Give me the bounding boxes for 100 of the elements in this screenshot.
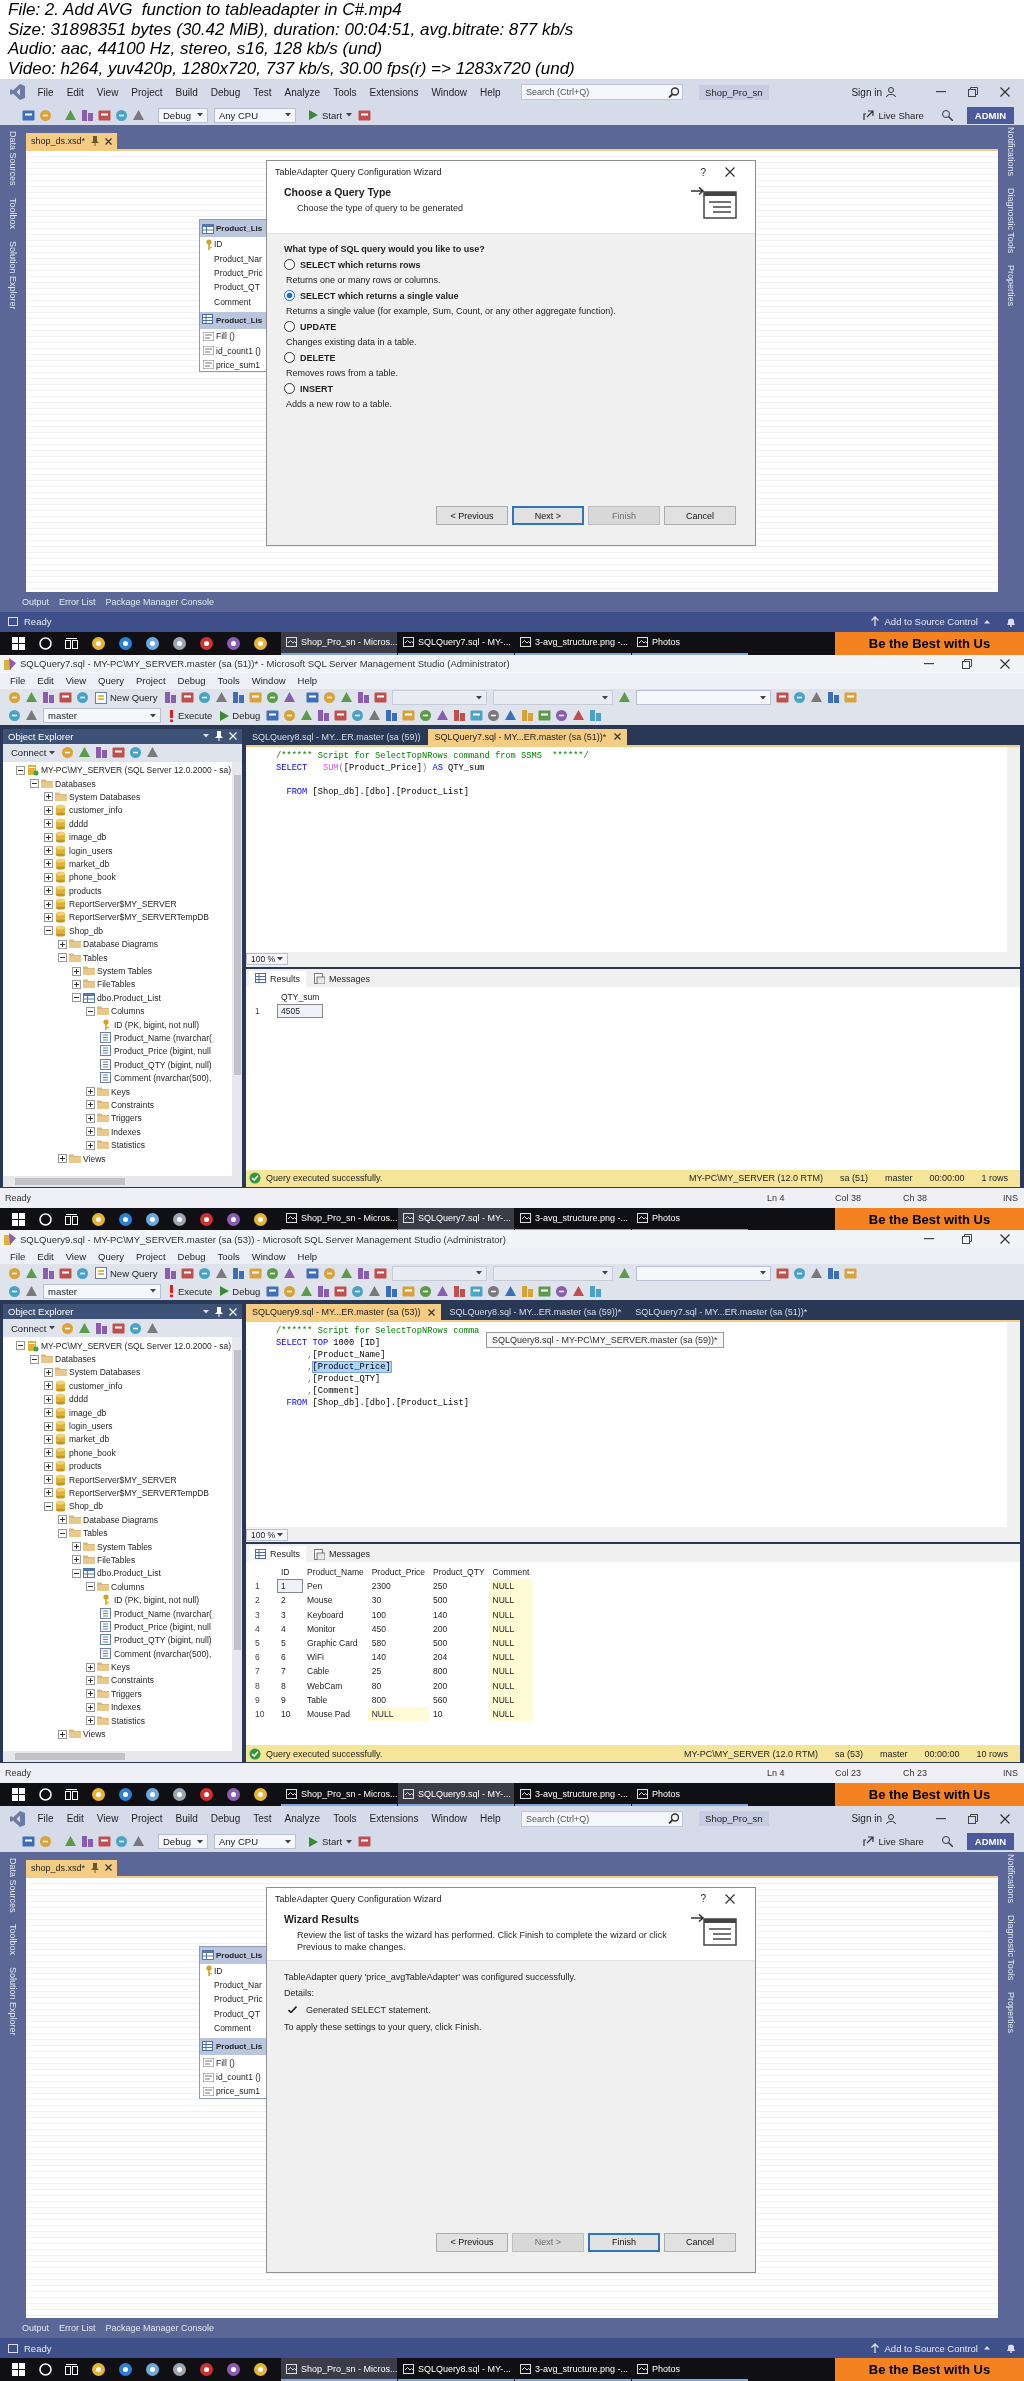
live-share-button[interactable]: Live Share — [863, 109, 924, 121]
tree-item[interactable]: Product_Price (bigint, null — [114, 1046, 211, 1057]
taskbar-item[interactable]: Photos — [632, 2358, 748, 2381]
tree-item[interactable]: System Databases — [69, 1367, 141, 1378]
connect-button[interactable]: Connect — [7, 747, 60, 758]
side-tab[interactable]: Notifications — [1006, 1853, 1016, 1903]
taskbar-item[interactable]: 3-avg_structure.png -... — [515, 2358, 631, 2381]
menu-item[interactable]: Test — [246, 86, 279, 98]
taskbar-item[interactable]: SQLQuery7.sql - MY-... — [398, 1207, 514, 1230]
tree-item[interactable]: Views — [83, 1153, 106, 1164]
tree-item[interactable]: FileTables — [97, 1554, 136, 1565]
tree-item[interactable]: Shop_db — [69, 925, 104, 936]
start-button[interactable]: Start — [305, 1836, 357, 1847]
menu-item[interactable]: Debug — [204, 1813, 247, 1824]
column-header[interactable]: Comment — [488, 1565, 534, 1580]
menu-item[interactable]: File — [31, 1813, 61, 1824]
menu-item[interactable]: Help — [473, 86, 508, 98]
taskbar-item[interactable]: SQLQuery8.sql - MY-... — [398, 2358, 514, 2381]
menu-item[interactable]: Help — [291, 675, 324, 686]
tree-item[interactable]: Database Diagrams — [83, 1514, 159, 1525]
help-button[interactable]: ? — [697, 1893, 709, 1904]
debug-button[interactable]: Debug — [216, 710, 265, 721]
tree-item[interactable]: ReportServer$MY_SERVERTempDB — [69, 912, 209, 923]
column-header[interactable]: Product_Name — [303, 1565, 368, 1580]
menu-item[interactable]: Tools — [326, 86, 363, 98]
menu-item[interactable]: Edit — [31, 675, 60, 686]
document-tab[interactable]: shop_ds.xsd* — [26, 1859, 118, 1876]
menu-item[interactable]: Project — [130, 675, 172, 686]
document-tab[interactable]: SQLQuery8.sql - MY...ER.master (sa (59)) — [246, 728, 427, 745]
taskbar-item[interactable]: Shop_Pro_sn - Micros... — [281, 631, 397, 655]
radio-option[interactable]: INSERT — [284, 381, 755, 397]
menu-item[interactable]: Window — [245, 675, 292, 686]
document-tab[interactable]: SQLQuery7.sql - MY...ER.master (sa (51))* — [428, 728, 628, 745]
tree-item[interactable]: ID (PK, bigint, not null) — [114, 1595, 200, 1606]
tree-item[interactable]: Keys — [111, 1662, 130, 1673]
radio-option[interactable]: UPDATE — [284, 319, 755, 335]
tree-item[interactable]: products — [69, 885, 102, 896]
tree-item[interactable]: Tables — [83, 952, 108, 963]
menu-item[interactable]: Window — [424, 86, 474, 98]
tool-window-tab[interactable]: Output — [22, 2323, 50, 2333]
results-tab[interactable]: Results — [249, 970, 306, 987]
menu-item[interactable]: Debug — [171, 675, 212, 686]
tree-item[interactable]: ReportServer$MY_SERVER — [69, 1474, 177, 1485]
sign-in-link[interactable]: Sign in — [851, 86, 882, 98]
tree-item[interactable]: System Databases — [69, 791, 141, 802]
search-field[interactable]: Search (Ctrl+Q) — [521, 1810, 684, 1827]
results-tab[interactable]: Results — [249, 1546, 306, 1562]
configuration-dropdown[interactable]: Debug — [158, 1834, 208, 1849]
tree-item[interactable]: Product_QTY (bigint, null) — [114, 1635, 212, 1646]
menu-item[interactable]: Project — [130, 1250, 172, 1262]
menu-item[interactable]: View — [90, 1813, 125, 1824]
tree-item[interactable]: Statistics — [111, 1715, 145, 1726]
radio-option[interactable]: SELECT which returns a single value — [284, 288, 755, 304]
menu-item[interactable]: Help — [291, 1250, 324, 1262]
tree-item[interactable]: phone_book — [69, 872, 116, 883]
dialog-button[interactable]: Finish — [588, 2232, 660, 2252]
menu-item[interactable]: Edit — [31, 1250, 60, 1262]
tree-item[interactable]: products — [69, 1461, 102, 1472]
taskbar-item[interactable]: Shop_Pro_sn - Micros... — [281, 2358, 397, 2381]
account-badge[interactable]: ADMIN — [966, 1833, 1014, 1850]
menu-item[interactable]: Edit — [60, 86, 91, 98]
side-tab[interactable]: Toolbox — [8, 197, 18, 229]
tree-item[interactable]: dddd — [69, 1394, 88, 1405]
tree-item[interactable]: dbo.Product_List — [97, 992, 161, 1003]
side-tab[interactable]: Solution Explorer — [8, 240, 18, 310]
menu-item[interactable]: Window — [424, 1813, 474, 1824]
tree-item[interactable]: Comment (nvarchar(500), — [114, 1073, 212, 1084]
tree-item[interactable]: Product_QTY (bigint, null) — [114, 1059, 212, 1070]
search-field[interactable]: Search (Ctrl+Q) — [521, 84, 684, 100]
tree-item[interactable]: login_users — [69, 1421, 113, 1432]
new-query-button[interactable]: New Query — [91, 1267, 162, 1279]
menu-item[interactable]: Debug — [171, 1250, 212, 1262]
dialog-button[interactable]: < Previous — [436, 506, 508, 525]
database-dropdown[interactable]: master — [43, 1283, 161, 1299]
tree-item[interactable]: market_db — [69, 858, 110, 869]
tree-item[interactable]: Database Diagrams — [83, 939, 159, 950]
sign-in-link[interactable]: Sign in — [851, 1813, 882, 1824]
zoom-dropdown[interactable]: 100 % — [246, 953, 288, 965]
document-tab[interactable]: SQLQuery9.sql - MY...ER.master (sa (53)) — [246, 1304, 442, 1320]
document-tab[interactable]: SQLQuery8.sql - MY...ER.master (sa (59))* — [443, 1304, 628, 1320]
tree-item[interactable]: customer_info — [69, 805, 123, 816]
menu-item[interactable]: Extensions — [363, 1813, 425, 1824]
dialog-button[interactable]: Cancel — [664, 2232, 736, 2252]
live-share-button[interactable]: Live Share — [863, 1836, 924, 1847]
tree-item[interactable]: System Tables — [97, 1541, 153, 1552]
tree-item[interactable]: phone_book — [69, 1447, 116, 1458]
menu-item[interactable]: View — [90, 86, 125, 98]
menu-item[interactable]: Help — [473, 1813, 508, 1824]
side-tab[interactable]: Properties — [1006, 1991, 1016, 2033]
tool-window-tab[interactable]: Error List — [59, 2323, 96, 2333]
tree-item[interactable]: Product_Name (nvarchar( — [114, 1608, 212, 1619]
code-editor[interactable]: /****** Script for SelectTopNRows command from SSMS ******/ SELECT SUM([Product_Price]) AS QTY_sum FROM [Shop_db].[dbo].[Product_List] — [246, 744, 1020, 952]
tree-item[interactable]: MY-PC\MY_SERVER (SQL Server 12.0.2000 - sa) — [41, 765, 232, 776]
tree-item[interactable]: MY-PC\MY_SERVER (SQL Server 12.0.2000 - sa) — [41, 1340, 232, 1351]
tree-item[interactable]: customer_info — [69, 1380, 123, 1391]
menu-item[interactable]: Query — [92, 675, 130, 686]
tree-item[interactable]: Columns — [111, 1006, 145, 1017]
side-tab[interactable]: Data Sources — [8, 1857, 18, 1913]
help-button[interactable]: ? — [697, 166, 709, 178]
tool-window-tab[interactable]: Error List — [59, 596, 96, 607]
